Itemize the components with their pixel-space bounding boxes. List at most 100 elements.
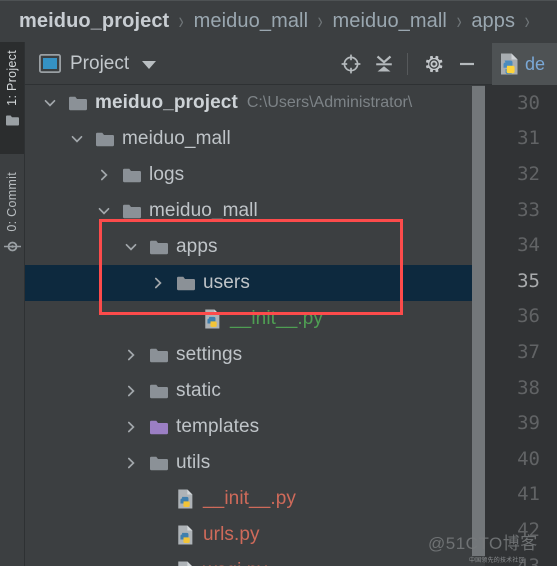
breadcrumb-item-2[interactable]: meiduo_mall (332, 10, 447, 33)
breadcrumb-separator: › (317, 7, 323, 34)
tree-row-label: wsgi.py (203, 560, 267, 566)
editor-line-number-gutter: 303132333435363738394041424344 (485, 85, 557, 566)
tree-row-label: settings (176, 344, 243, 365)
tree-row-label: meiduo_project (95, 92, 238, 113)
folder-icon (148, 236, 170, 258)
tool-window-strip: 1: Project 0: Commit (0, 42, 25, 566)
python-file-icon (175, 524, 197, 546)
chevron-down-icon[interactable] (122, 238, 140, 256)
chevron-right-icon[interactable] (95, 166, 113, 184)
python-file-icon (202, 308, 224, 330)
folder-icon (148, 344, 170, 366)
breadcrumb: meiduo_project › meiduo_mall › meiduo_ma… (0, 0, 557, 42)
sidebar-tab-project-label: 1: Project (5, 50, 19, 106)
project-panel-toolbar (333, 43, 492, 84)
chevron-right-icon[interactable] (122, 418, 140, 436)
templates-folder-icon (148, 416, 170, 438)
folder-icon (121, 200, 143, 222)
tree-row-users[interactable]: users (25, 265, 472, 301)
tree-row-label: static (176, 380, 221, 401)
tree-row-utils[interactable]: utils (25, 445, 472, 481)
gutter-line-number: 38 (517, 376, 540, 399)
chevron-right-icon[interactable] (122, 346, 140, 364)
chevron-right-icon[interactable] (149, 274, 167, 292)
tree-row-meiduo-mall[interactable]: meiduo_mall (25, 121, 472, 157)
folder-icon (148, 452, 170, 474)
tree-row-wsgi-py[interactable]: wsgi.py (25, 553, 472, 566)
collapse-all-icon[interactable] (369, 49, 399, 79)
chevron-right-icon[interactable] (122, 454, 140, 472)
folder-icon (148, 380, 170, 402)
gutter-line-number: 37 (517, 340, 540, 363)
chevron-down-icon[interactable] (68, 130, 86, 148)
settings-gear-icon[interactable] (419, 49, 449, 79)
tree-row-logs[interactable]: logs (25, 157, 472, 193)
folder-icon (67, 92, 89, 114)
tree-row-label: apps (176, 236, 218, 257)
tree-row-label: templates (176, 416, 260, 437)
tree-row-urls-py[interactable]: urls.py (25, 517, 472, 553)
gutter-line-number: 36 (517, 305, 540, 328)
tree-row-init-py[interactable]: __init__.py (25, 301, 472, 337)
toolbar-divider (407, 52, 408, 75)
gutter-line-number: 30 (517, 91, 540, 114)
chevron-right-icon[interactable] (122, 382, 140, 400)
tree-row-meiduo-project[interactable]: meiduo_project C:\Users\Administrator\ (25, 85, 472, 121)
gutter-line-number: 31 (517, 127, 540, 150)
breadcrumb-item-0[interactable]: meiduo_project (19, 10, 169, 33)
editor-tab-dev[interactable]: de (492, 43, 557, 85)
breadcrumb-separator: › (456, 7, 462, 34)
gutter-line-number: 34 (517, 234, 540, 257)
folder-icon (5, 114, 20, 132)
project-panel-title: Project (70, 52, 130, 74)
gutter-line-number: 35 (517, 269, 540, 292)
tree-row-settings[interactable]: settings (25, 337, 472, 373)
chevron-down-icon[interactable] (41, 94, 59, 112)
tree-row-templates[interactable]: templates (25, 409, 472, 445)
pycharm-window: meiduo_project › meiduo_mall › meiduo_ma… (0, 0, 557, 566)
breadcrumb-separator: › (178, 7, 185, 34)
gutter-line-number: 32 (517, 162, 540, 185)
tree-row-label: urls.py (203, 524, 260, 545)
tree-scrollbar-thumb[interactable] (472, 86, 485, 556)
python-file-icon (499, 52, 521, 76)
breadcrumb-separator: › (524, 7, 530, 34)
python-file-icon (175, 488, 197, 510)
tree-row-apps[interactable]: apps (25, 229, 472, 265)
breadcrumb-item-1[interactable]: meiduo_mall (194, 10, 309, 33)
tree-row-meiduo-mall[interactable]: meiduo_mall (25, 193, 472, 229)
editor-tab-filename: de (525, 53, 546, 74)
gutter-line-number: 40 (517, 447, 540, 470)
tree-row-label: utils (176, 452, 211, 473)
tree-row-label: __init__.py (230, 308, 324, 329)
folder-icon (94, 128, 116, 150)
tree-row-label: meiduo_mall (149, 200, 258, 221)
chevron-down-icon[interactable] (95, 202, 113, 220)
sidebar-tab-commit-label: 0: Commit (5, 172, 19, 232)
commit-icon (3, 240, 21, 258)
tree-row-static[interactable]: static (25, 373, 472, 409)
tree-row-label: logs (149, 164, 185, 185)
sidebar-tab-project[interactable]: 1: Project (0, 42, 24, 154)
project-view-icon (39, 54, 61, 73)
tree-row-path: C:\Users\Administrator\ (246, 94, 413, 111)
project-tree[interactable]: meiduo_project C:\Users\Administrator\ mei… (25, 85, 472, 566)
gutter-line-number: 43 (517, 554, 540, 566)
tree-row-label: __init__.py (203, 488, 297, 509)
gutter-line-number: 33 (517, 198, 540, 221)
project-panel-header: Project (25, 43, 492, 85)
tree-row-init-py[interactable]: __init__.py (25, 481, 472, 517)
hide-panel-icon[interactable] (452, 49, 482, 79)
gutter-line-number: 42 (517, 518, 540, 541)
chevron-down-icon[interactable] (142, 61, 157, 69)
python-file-icon (175, 560, 197, 566)
tree-row-label: meiduo_mall (122, 128, 231, 149)
folder-icon (121, 164, 143, 186)
select-opened-file-icon[interactable] (336, 49, 366, 79)
tree-row-label: users (203, 272, 250, 293)
gutter-line-number: 41 (517, 483, 540, 506)
gutter-line-number: 39 (517, 412, 540, 435)
folder-icon (175, 272, 197, 294)
breadcrumb-item-3[interactable]: apps (471, 10, 515, 33)
sidebar-tab-commit[interactable]: 0: Commit (0, 164, 24, 276)
